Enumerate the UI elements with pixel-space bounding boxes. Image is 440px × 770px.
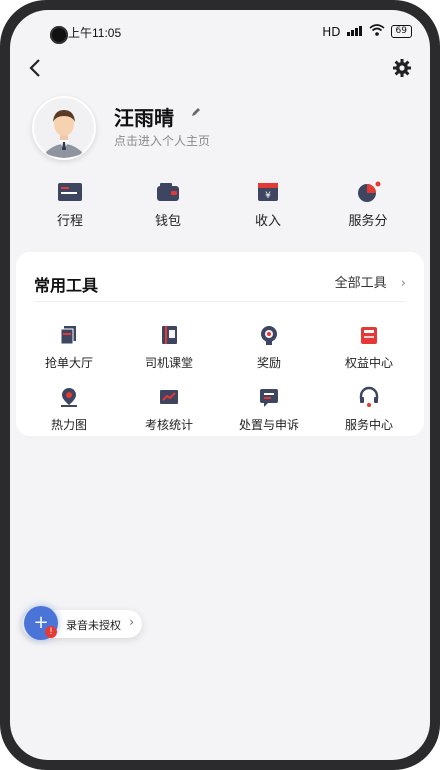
chevron-right-icon: › xyxy=(400,276,406,291)
status-bar: 上午11:05 HD 69 xyxy=(10,10,430,44)
signal-label: HD xyxy=(322,24,341,39)
gear-icon[interactable] xyxy=(392,58,412,83)
heatmap-pin-icon xyxy=(58,386,80,408)
profile-header[interactable]: 汪雨晴 点击进入个人主页 xyxy=(32,96,412,160)
all-tools-label: 全部工具 xyxy=(334,276,387,291)
trip-card-icon xyxy=(56,180,84,204)
back-chevron-icon[interactable] xyxy=(28,58,42,84)
tool-stats[interactable]: 考核统计 xyxy=(124,386,214,433)
score-pie-icon xyxy=(354,180,382,204)
wallet-icon xyxy=(154,180,182,204)
top-bar xyxy=(10,50,430,90)
orders-hall-icon xyxy=(58,324,80,346)
tool-service-center[interactable]: 服务中心 xyxy=(324,386,414,433)
quick-action-label: 行程 xyxy=(56,214,83,229)
wifi-icon xyxy=(369,24,385,39)
quick-action-wallet[interactable]: 钱包 xyxy=(128,180,208,229)
tool-label: 服务中心 xyxy=(344,418,393,432)
profile-subtitle: 点击进入个人主页 xyxy=(114,134,211,148)
tool-benefits[interactable]: 权益中心 xyxy=(324,324,414,371)
battery-indicator: 69 xyxy=(390,25,412,38)
app-screen: 上午11:05 HD 69 汪雨晴 点击进入个人主页 行程 钱包 ¥ 收入 服务… xyxy=(10,10,430,760)
tool-label: 热力图 xyxy=(50,418,87,432)
appeal-message-icon xyxy=(258,386,280,408)
benefits-gift-icon xyxy=(358,324,380,346)
quick-action-label: 服务分 xyxy=(348,214,388,229)
tool-orders-hall[interactable]: 抢单大厅 xyxy=(24,324,114,371)
recording-label: 录音未授权 xyxy=(66,619,121,632)
all-tools-link[interactable]: 全部工具 › xyxy=(335,272,406,291)
front-camera xyxy=(50,26,68,44)
headset-icon xyxy=(358,386,380,408)
quick-action-score[interactable]: 服务分 xyxy=(328,180,408,229)
avatar[interactable] xyxy=(32,96,96,160)
tool-classroom[interactable]: 司机课堂 xyxy=(124,324,214,371)
edit-pencil-icon[interactable] xyxy=(190,106,202,122)
quick-actions: 行程 钱包 ¥ 收入 服务分 xyxy=(10,180,430,240)
system-icons: HD 69 xyxy=(322,24,412,39)
quick-action-trip[interactable]: 行程 xyxy=(30,180,110,229)
common-tools-card: 常用工具 全部工具 › 抢单大厅 司机课堂 奖励 权益中心 热力图 考核统计 处… xyxy=(16,252,424,436)
tool-label: 奖励 xyxy=(256,356,281,370)
tool-label: 处置与申诉 xyxy=(238,418,299,432)
tool-label: 考核统计 xyxy=(144,418,193,432)
user-name: 汪雨晴 xyxy=(114,106,174,130)
tool-label: 司机课堂 xyxy=(144,356,193,370)
recording-permission-button[interactable]: + ! 录音未授权 › xyxy=(22,606,142,640)
classroom-book-icon xyxy=(158,324,180,346)
tools-title: 常用工具 xyxy=(34,276,99,295)
signal-icon xyxy=(346,25,363,39)
income-icon: ¥ xyxy=(254,180,282,204)
quick-action-income[interactable]: ¥ 收入 xyxy=(228,180,308,229)
quick-action-label: 收入 xyxy=(254,214,281,229)
tool-reward[interactable]: 奖励 xyxy=(224,324,314,371)
status-time: 上午11:05 xyxy=(68,26,122,40)
chevron-right-icon: › xyxy=(129,615,134,629)
phone-frame: 上午11:05 HD 69 汪雨晴 点击进入个人主页 行程 钱包 ¥ 收入 服务… xyxy=(0,0,440,770)
divider xyxy=(34,301,406,302)
tool-label: 抢单大厅 xyxy=(44,356,93,370)
warning-badge: ! xyxy=(45,626,57,638)
tool-appeal[interactable]: 处置与申诉 xyxy=(224,386,314,433)
reward-medal-icon xyxy=(258,324,280,346)
tool-label: 权益中心 xyxy=(344,356,393,370)
quick-action-label: 钱包 xyxy=(154,214,181,229)
stats-chart-icon xyxy=(158,386,180,408)
svg-text:¥: ¥ xyxy=(265,191,271,201)
tool-heatmap[interactable]: 热力图 xyxy=(24,386,114,433)
